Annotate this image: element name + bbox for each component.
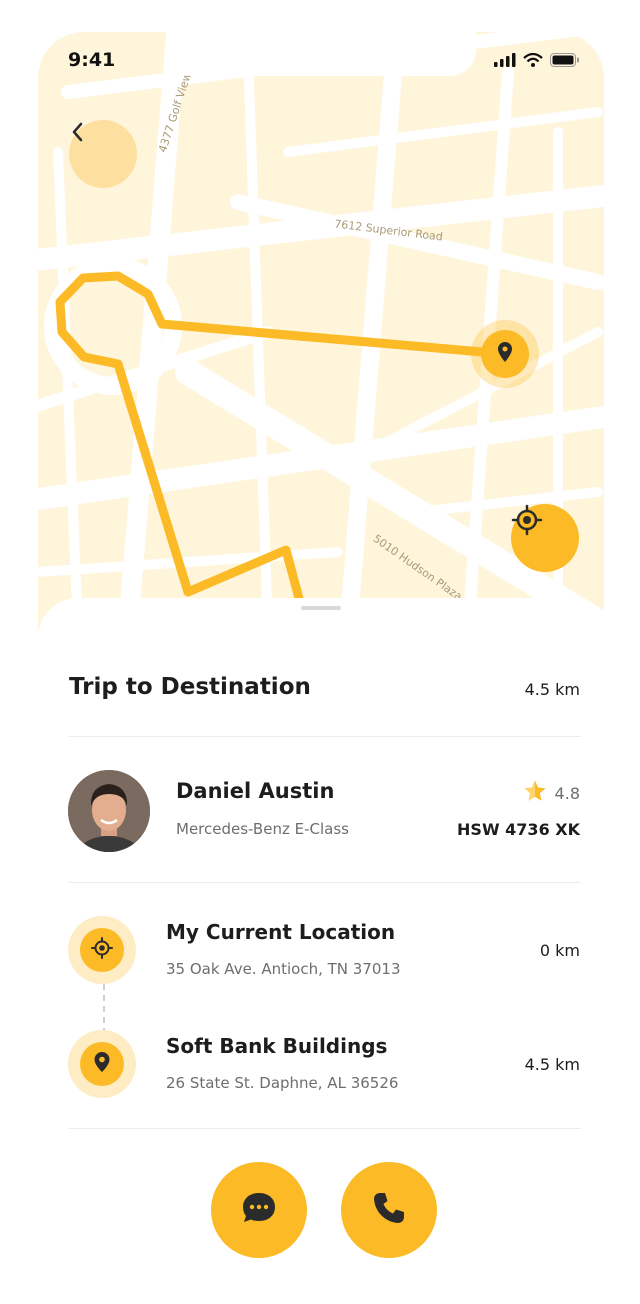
location-address: 26 State St. Daphne, AL 36526 (166, 1074, 399, 1092)
status-time: 9:41 (68, 49, 116, 71)
location-title: Soft Bank Buildings (166, 1034, 388, 1058)
avatar[interactable] (68, 770, 150, 852)
crosshair-icon (91, 937, 113, 963)
rating-value: 4.8 (554, 783, 580, 803)
license-plate: HSW 4736 XK (457, 820, 580, 839)
chat-button[interactable] (211, 1162, 307, 1258)
driver-name: Daniel Austin (176, 779, 335, 803)
map-view[interactable]: 4377 Golf View Trail 7612 Superior Road … (38, 32, 604, 632)
location-distance: 4.5 km (524, 1055, 580, 1074)
phone-screen: 4377 Golf View Trail 7612 Superior Road … (38, 32, 604, 1272)
sheet-handle[interactable] (301, 606, 341, 610)
divider (69, 736, 581, 737)
notch (166, 32, 476, 76)
signal-icon (494, 52, 516, 71)
wifi-icon (523, 52, 543, 71)
location-address: 35 Oak Ave. Antioch, TN 37013 (166, 960, 401, 978)
location-distance: 0 km (539, 941, 580, 960)
back-button[interactable] (69, 120, 137, 188)
battery-icon (550, 52, 580, 71)
chat-icon (240, 1189, 278, 1231)
divider (69, 1128, 581, 1129)
status-bar: 9:41 (38, 32, 604, 90)
phone-icon (371, 1190, 407, 1230)
location-title: My Current Location (166, 920, 396, 944)
call-button[interactable] (341, 1162, 437, 1258)
trip-distance: 4.5 km (524, 680, 580, 699)
destination-location-marker (68, 1030, 136, 1098)
my-location-button[interactable] (511, 504, 579, 572)
trip-sheet: Trip to Destination 4.5 km Daniel Austin… (38, 598, 604, 1272)
destination-marker (471, 320, 539, 388)
map-pin-icon (93, 1051, 111, 1077)
current-location-marker (68, 916, 136, 984)
driver-photo (68, 770, 150, 852)
route-connector (103, 984, 105, 1034)
trip-title: Trip to Destination (69, 674, 311, 700)
driver-rating: 4.8 (523, 779, 580, 807)
driver-car: Mercedes-Benz E-Class (176, 820, 349, 838)
star-icon (523, 779, 547, 807)
divider (69, 882, 581, 883)
